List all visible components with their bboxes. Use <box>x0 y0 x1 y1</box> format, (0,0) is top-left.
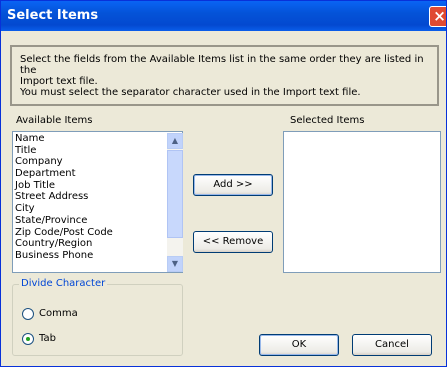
comma-radio[interactable] <box>22 308 34 320</box>
scroll-thumb[interactable] <box>167 150 183 238</box>
chevron-down-icon: ▼ <box>171 259 179 268</box>
list-item[interactable]: Name <box>15 133 165 145</box>
ok-button[interactable]: OK <box>259 334 339 356</box>
available-items-scrollbar[interactable]: ▲ ▼ <box>167 133 183 272</box>
list-item[interactable]: Company <box>15 156 165 168</box>
list-item[interactable]: Zip Code/Post Code <box>15 227 165 239</box>
instructions-line-2: Import text file. <box>20 76 98 87</box>
list-item[interactable]: Title <box>15 145 165 157</box>
add-button-label: Add >> <box>213 179 253 190</box>
close-icon: × <box>433 7 446 25</box>
divide-character-group <box>12 284 183 356</box>
scroll-down-button[interactable]: ▼ <box>167 256 183 272</box>
tab-radio-label[interactable]: Tab <box>39 333 56 344</box>
cancel-button-label: Cancel <box>375 339 409 350</box>
tab-radio[interactable] <box>22 333 34 345</box>
list-item[interactable]: Department <box>15 168 165 180</box>
list-item[interactable]: State/Province <box>15 215 165 227</box>
remove-button[interactable]: << Remove <box>193 231 273 253</box>
list-item[interactable]: Business Phone <box>15 250 165 262</box>
title-bar[interactable]: Select Items <box>1 1 446 31</box>
add-button[interactable]: Add >> <box>193 174 273 196</box>
selected-items-list[interactable] <box>283 131 441 273</box>
available-items-list[interactable]: Name Title Company Department Job Title … <box>12 131 183 273</box>
divide-character-title: Divide Character <box>19 278 108 289</box>
scroll-up-button[interactable]: ▲ <box>167 133 183 149</box>
list-item[interactable]: Country/Region <box>15 238 165 250</box>
ok-button-label: OK <box>291 339 307 350</box>
instructions-panel: Select the fields from the Available Ite… <box>10 45 439 106</box>
comma-radio-label[interactable]: Comma <box>39 308 78 319</box>
instructions-line-1: Select the fields from the Available Ite… <box>20 54 424 76</box>
dialog-title: Select Items <box>7 8 99 23</box>
radio-selected-dot <box>26 337 30 341</box>
close-button[interactable]: × <box>429 6 446 27</box>
select-items-dialog: Select Items × Select the fields from th… <box>0 0 447 367</box>
instructions-line-3: You must select the separator character … <box>20 87 361 98</box>
available-items-container: Name Title Company Department Job Title … <box>15 133 165 262</box>
remove-button-label: << Remove <box>202 236 264 247</box>
list-item[interactable]: City <box>15 203 165 215</box>
chevron-up-icon: ▲ <box>171 136 179 145</box>
list-item[interactable]: Job Title <box>15 180 165 192</box>
selected-items-label: Selected Items <box>290 115 365 126</box>
list-item[interactable]: Street Address <box>15 191 165 203</box>
cancel-button[interactable]: Cancel <box>352 334 432 356</box>
available-items-label: Available Items <box>16 115 93 126</box>
